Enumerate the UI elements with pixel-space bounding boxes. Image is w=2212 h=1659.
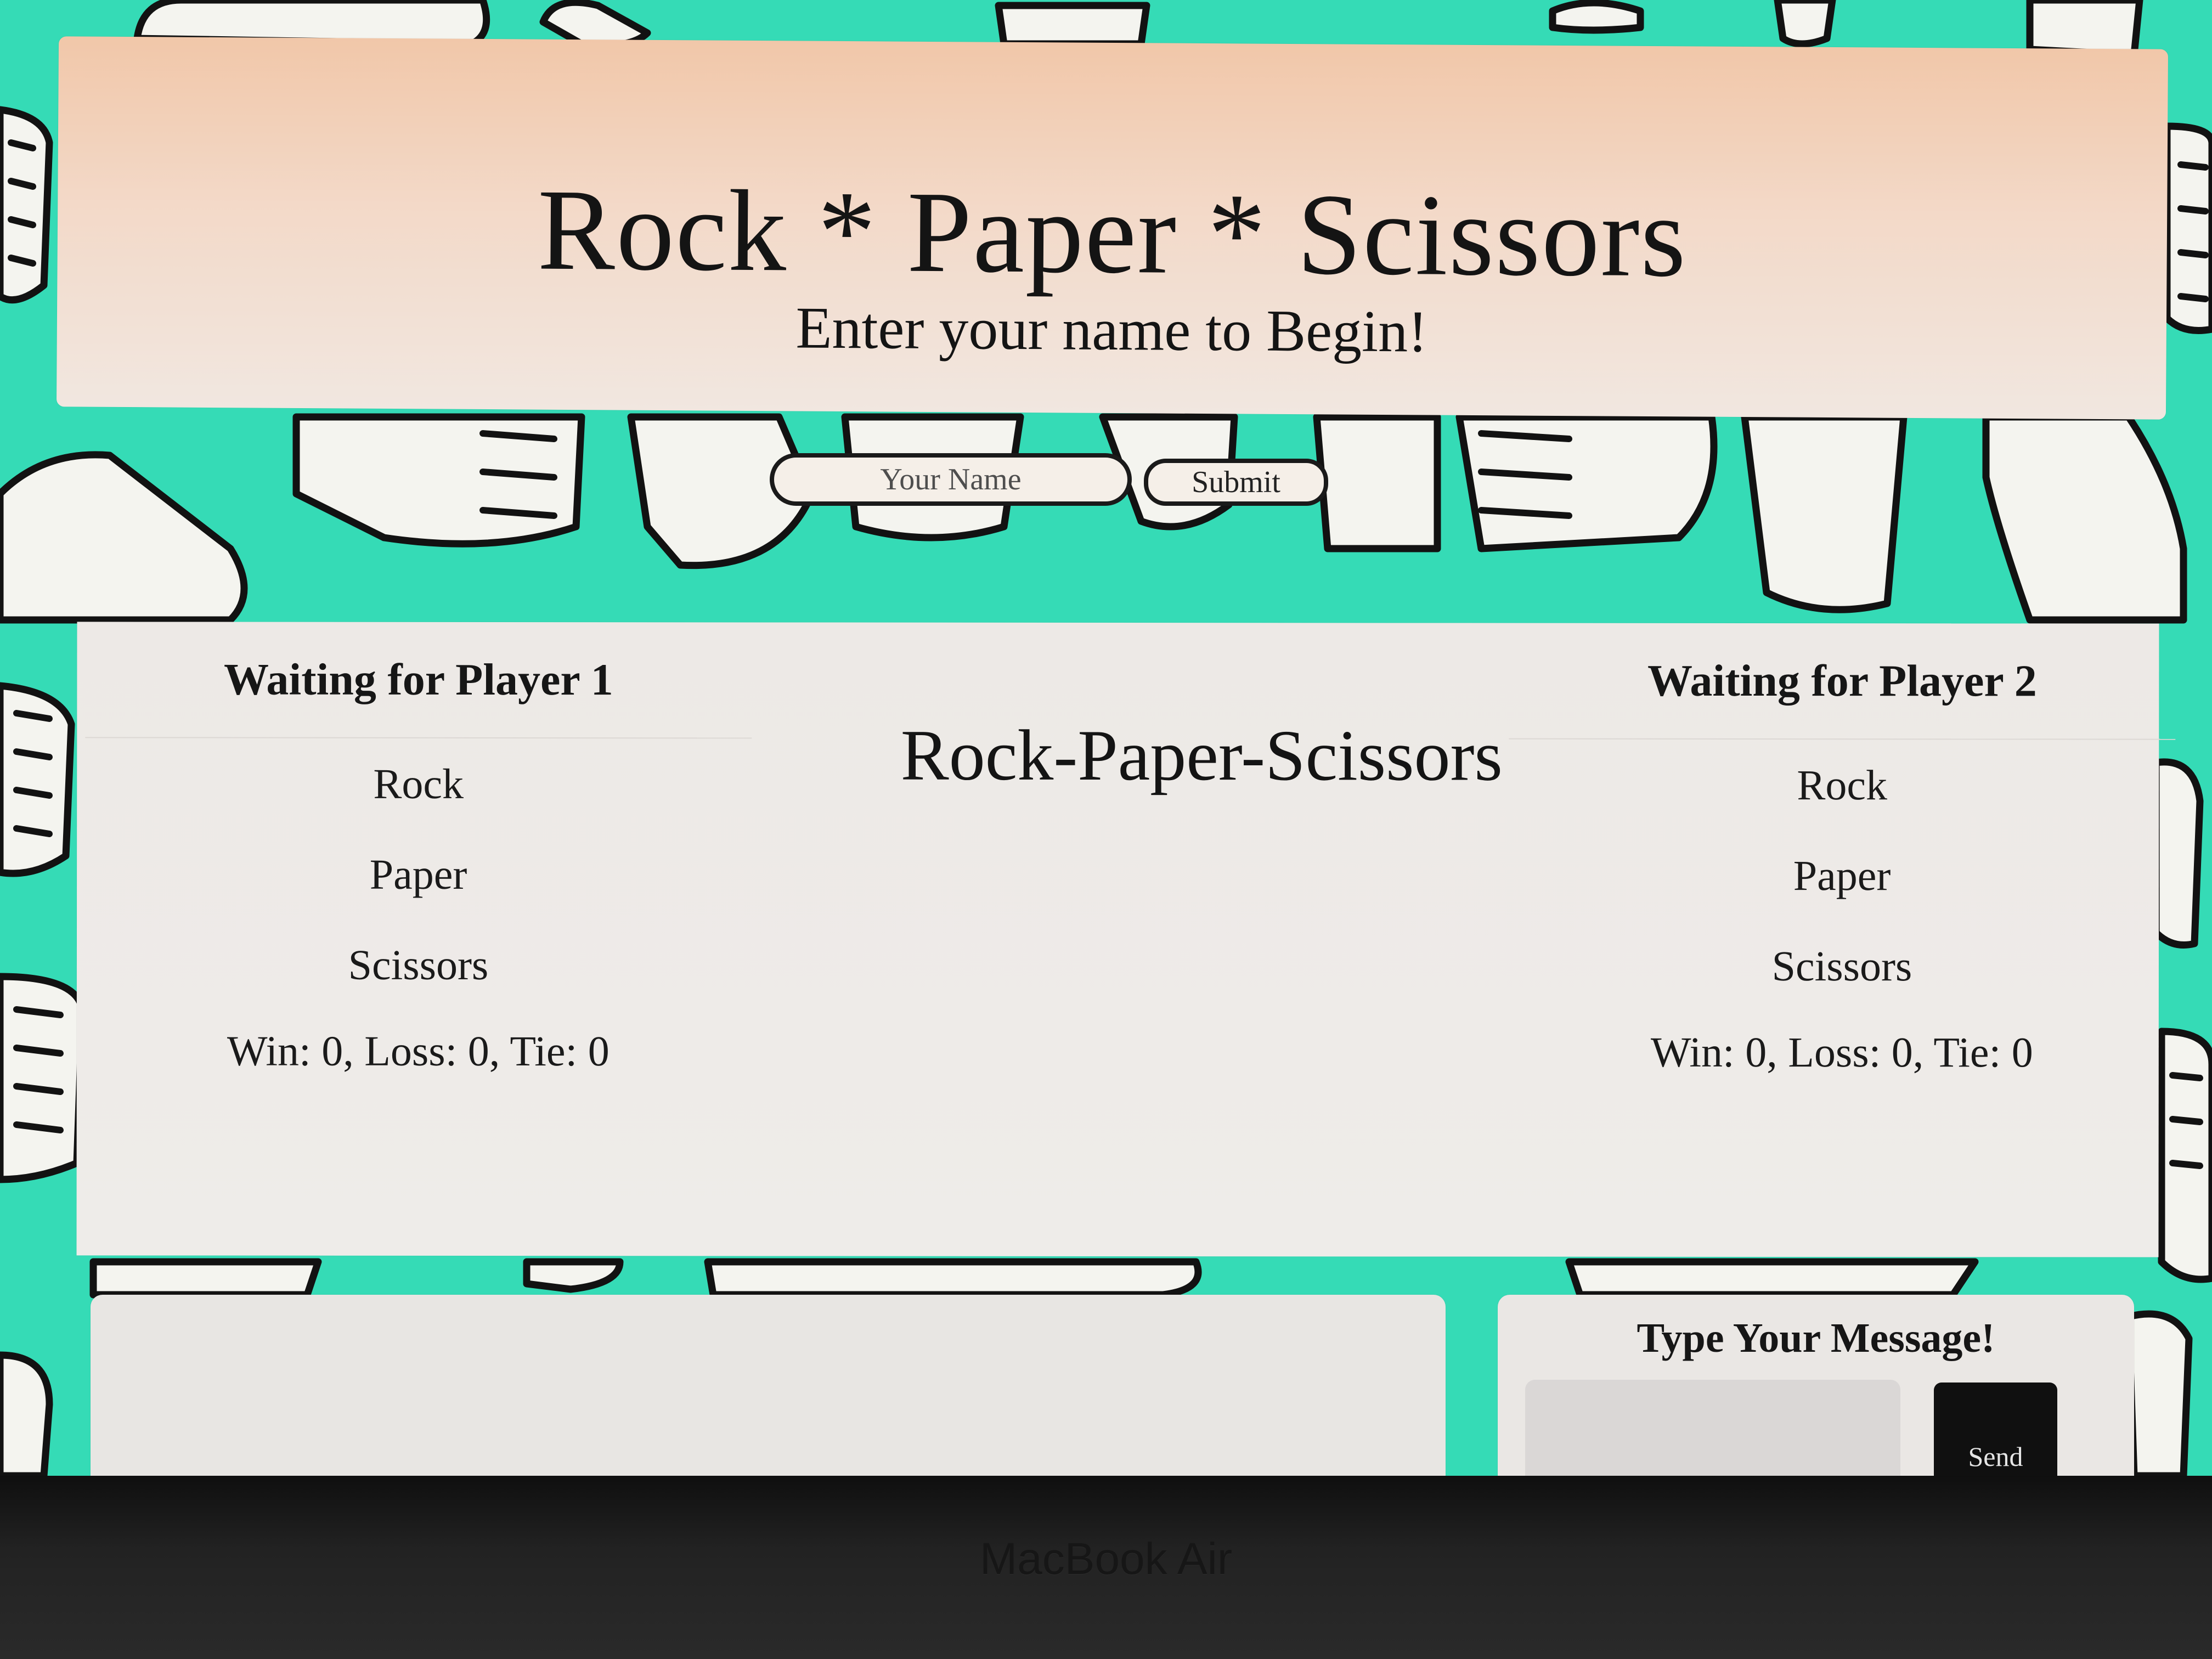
player-2-status: Waiting for Player 2 [1509,623,2176,740]
page-subtitle: Enter your name to Begin! [795,295,1428,365]
send-button[interactable]: Send [1934,1383,2057,1476]
name-form: Submit [770,453,1329,514]
player-2-rock-choice[interactable]: Rock [1509,740,2175,831]
player-2-scissors-choice[interactable]: Scissors [1509,921,2175,1012]
game-panel: Waiting for Player 1 Rock Paper Scissors… [76,622,2176,1257]
message-input[interactable] [1525,1380,1900,1476]
chat-log [91,1295,1446,1476]
name-input[interactable] [770,453,1132,506]
header-banner: Rock * Paper * Scissors Enter your name … [56,36,2169,420]
player-1-card: Waiting for Player 1 Rock Paper Scissors… [85,622,752,1171]
player-1-status: Waiting for Player 1 [85,622,752,739]
submit-button[interactable]: Submit [1144,459,1328,506]
player-1-rock-choice[interactable]: Rock [85,738,752,829]
player-1-scissors-choice[interactable]: Scissors [85,919,752,1010]
page-title: Rock * Paper * Scissors [537,165,1688,301]
player-1-score: Win: 0, Loss: 0, Tie: 0 [227,1026,610,1075]
laptop-bezel: MacBook Air [0,1476,2212,1659]
chat-title: Type Your Message! [1637,1315,1995,1361]
player-2-card: Waiting for Player 2 Rock Paper Scissors… [1509,623,2176,1172]
player-1-paper-choice[interactable]: Paper [85,828,752,919]
chat-box: Type Your Message! Send [1498,1295,2134,1476]
player-2-score: Win: 0, Loss: 0, Tie: 0 [1650,1028,2033,1076]
browser-viewport: Rock * Paper * Scissors Enter your name … [0,0,2212,1476]
player-2-paper-choice[interactable]: Paper [1509,830,2175,921]
device-label: MacBook Air [979,1534,1233,1584]
